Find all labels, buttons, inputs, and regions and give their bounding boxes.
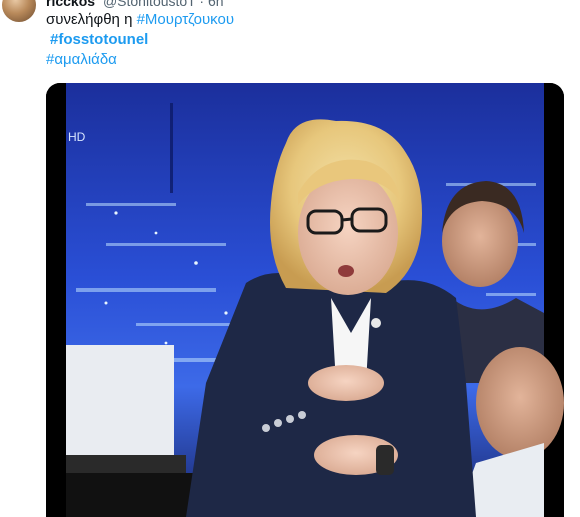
tweet-text-line-2: #fosstotounel [46, 30, 234, 50]
laptop [66, 345, 174, 455]
more-horizontal-icon[interactable]: ••• [510, 0, 530, 6]
display-name[interactable]: ricckos [46, 0, 95, 9]
user-handle[interactable]: @StonitoustoT · 6h [103, 0, 224, 9]
tweet[interactable]: ricckos @StonitoustoT · 6h ••• συνελήφθη… [0, 0, 580, 517]
hashtag-fosstotounel[interactable]: #fosstotounel [50, 31, 148, 48]
tweet-media-video[interactable]: HD [46, 83, 564, 517]
hashtag-mourtzoukou[interactable]: #Μουρτζουκου [137, 11, 234, 28]
video-watermark: HD [68, 130, 86, 144]
tweet-text-line-3: #αμαλιάδα [46, 50, 234, 70]
tweet-header: ricckos @StonitoustoT · 6h [46, 0, 224, 9]
tweet-text-line-1: συνελήφθη η #Μουρτζουκου [46, 10, 234, 30]
hashtag-amaliada[interactable]: #αμαλιάδα [46, 51, 117, 68]
tweet-text-prefix: συνελήφθη η [46, 11, 137, 28]
tweet-text: συνελήφθη η #Μουρτζουκου #fosstotounel #… [46, 10, 234, 70]
avatar[interactable] [2, 0, 36, 22]
video-frame: HD [46, 83, 564, 517]
